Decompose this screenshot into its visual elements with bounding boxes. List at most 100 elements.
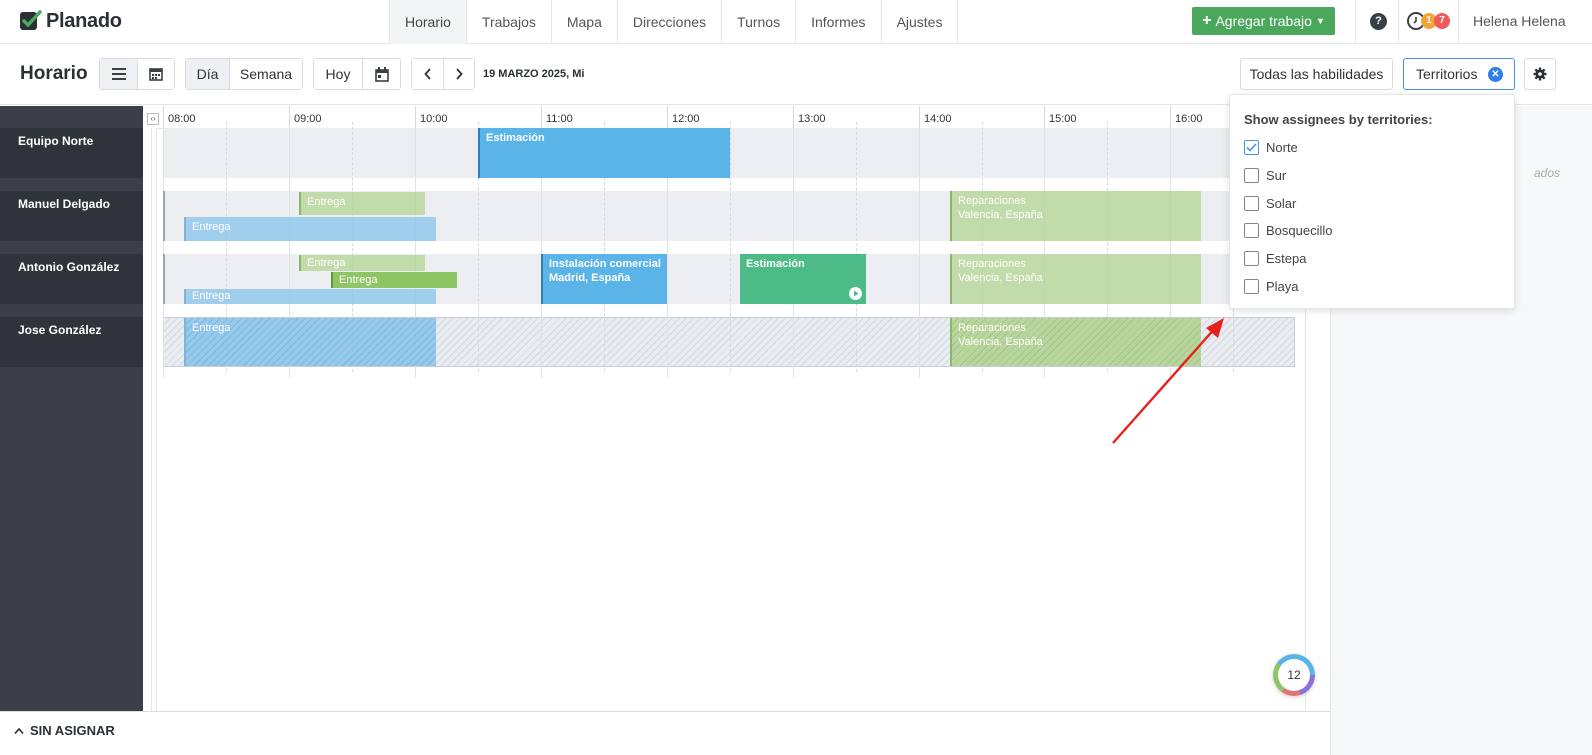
job-card[interactable]: Instalación comercial Madrid, España <box>541 254 667 304</box>
territories-dropdown: Show assignees by territories: Norte Sur S… <box>1229 94 1515 309</box>
checkbox-icon[interactable] <box>1244 167 1259 183</box>
chevron-up-icon <box>14 727 24 735</box>
assignee-row-antonio-gonzalez[interactable]: Antonio González <box>0 254 143 304</box>
job-counter: 12 <box>1278 659 1310 691</box>
annotation-arrow <box>1112 318 1224 444</box>
progress-ring[interactable]: 12 <box>1273 654 1315 696</box>
territory-option-bosquecillo[interactable]: Bosquecillo <box>1244 223 1333 239</box>
prev-day-button[interactable] <box>412 59 444 89</box>
layout-toggle <box>99 58 175 90</box>
assignee-row-manuel-delgado[interactable]: Manuel Delgado <box>0 191 143 241</box>
collapse-sidebar-icon[interactable]: ‹› <box>147 113 159 125</box>
job-card[interactable]: Reparaciones Valencia, España <box>950 254 1201 304</box>
skills-filter-button[interactable]: Todas las habilidades <box>1240 58 1393 90</box>
job-card[interactable]: Entrega <box>299 192 425 215</box>
job-card[interactable]: Entrega <box>331 272 457 288</box>
hour-tick <box>415 106 416 128</box>
help-icon[interactable]: ? <box>1370 13 1387 30</box>
job-card[interactable]: Estimación <box>740 254 866 304</box>
next-day-button[interactable] <box>444 59 474 89</box>
notification-badge-red[interactable]: 7 <box>1434 13 1450 29</box>
hour-tick <box>163 106 164 128</box>
current-date: 19 MARZO 2025, Mi <box>483 68 585 80</box>
list-view-button[interactable] <box>100 59 138 89</box>
tab-informes[interactable]: Informes <box>796 0 882 44</box>
job-title: Reparaciones <box>958 258 1026 270</box>
territories-filter-button[interactable]: Territorios ✕ <box>1403 58 1515 90</box>
page-title: Horario <box>20 63 88 84</box>
territory-label: Sur <box>1266 167 1287 183</box>
divider <box>1458 0 1459 44</box>
assignee-row-equipo-norte[interactable]: Equipo Norte <box>0 128 143 178</box>
half-hour-gridline <box>856 122 857 372</box>
unassigned-bar[interactable]: SIN ASIGNAR <box>0 711 1330 755</box>
hour-tick <box>289 106 290 128</box>
hour-tick <box>793 106 794 128</box>
job-card[interactable]: Entrega <box>184 217 436 241</box>
date-picker-button[interactable] <box>363 59 400 89</box>
tab-turnos[interactable]: Turnos <box>722 0 797 44</box>
checkbox-checked-icon[interactable] <box>1244 140 1259 155</box>
logo-mark-icon <box>20 10 42 30</box>
tab-horario[interactable]: Horario <box>390 0 467 44</box>
planado-logo[interactable]: Planado <box>18 9 122 33</box>
grid-view-button[interactable] <box>138 59 174 89</box>
settings-button[interactable] <box>1524 58 1556 90</box>
day-view-button[interactable]: Día <box>186 59 230 89</box>
add-job-label: Agregar trabajo <box>1215 13 1312 29</box>
user-menu[interactable]: Helena Helena <box>1473 13 1566 29</box>
tab-trabajos[interactable]: Trabajos <box>467 0 552 44</box>
territory-label: Norte <box>1266 140 1298 155</box>
tab-mapa[interactable]: Mapa <box>552 0 618 44</box>
calendar-icon <box>374 66 389 82</box>
tab-ajustes[interactable]: Ajustes <box>882 0 959 44</box>
add-job-button[interactable]: + Agregar trabajo ▼ <box>1192 7 1335 35</box>
job-title: Reparaciones <box>958 322 1026 334</box>
job-card[interactable]: Entrega <box>299 255 425 271</box>
territory-option-estepa[interactable]: Estepa <box>1244 251 1307 267</box>
job-card[interactable]: Entrega <box>184 289 436 304</box>
clear-filter-icon[interactable]: ✕ <box>1488 67 1503 82</box>
territory-option-norte[interactable]: Norte <box>1244 140 1298 155</box>
territory-label: Playa <box>1266 279 1299 294</box>
week-view-button[interactable]: Semana <box>230 59 302 89</box>
assignee-row-jose-gonzalez[interactable]: Jose González <box>0 317 143 367</box>
territory-label: Estepa <box>1266 251 1307 267</box>
job-address: Valencia, España <box>958 272 1043 284</box>
job-card[interactable]: Estimación <box>478 128 730 178</box>
hour-gridline <box>793 128 794 378</box>
assignee-sidebar: Equipo Norte Manuel Delgado Antonio Gonz… <box>0 106 143 711</box>
half-hour-gridline <box>730 122 731 372</box>
divider <box>1355 0 1356 44</box>
checkbox-icon[interactable] <box>1244 223 1259 239</box>
hour-tick <box>919 106 920 128</box>
job-card[interactable]: Reparaciones Valencia, España <box>950 191 1201 241</box>
caret-down-icon: ▼ <box>1315 16 1325 26</box>
checkbox-icon[interactable] <box>1244 195 1259 211</box>
checkbox-icon[interactable] <box>1244 279 1259 294</box>
row-marker <box>163 254 165 304</box>
territory-option-solar[interactable]: Solar <box>1244 195 1297 211</box>
tab-direcciones[interactable]: Direcciones <box>618 0 723 44</box>
job-card[interactable]: Entrega <box>184 318 436 366</box>
logo-text: Planado <box>46 9 122 32</box>
territory-option-sur[interactable]: Sur <box>1244 167 1287 183</box>
hour-gridline <box>163 128 164 378</box>
checkbox-icon[interactable] <box>1244 251 1259 267</box>
job-title: Instalación comercial <box>549 258 661 270</box>
job-title: Entrega <box>192 221 231 233</box>
today-group: Hoy <box>313 58 401 90</box>
territory-label: Solar <box>1266 195 1297 211</box>
list-icon <box>111 68 126 80</box>
today-button[interactable]: Hoy <box>314 59 363 89</box>
hour-gridline <box>919 128 920 378</box>
right-panel-text: ados <box>1534 166 1561 180</box>
play-icon[interactable] <box>849 287 862 300</box>
territory-option-playa[interactable]: Playa <box>1244 279 1299 294</box>
hour-tick <box>1044 106 1045 128</box>
job-title: Estimación <box>746 258 805 270</box>
job-address: Valencia, España <box>958 209 1043 221</box>
chevron-right-icon <box>456 68 463 80</box>
plus-icon: + <box>1202 12 1212 29</box>
territories-label: Territorios <box>1416 66 1478 82</box>
